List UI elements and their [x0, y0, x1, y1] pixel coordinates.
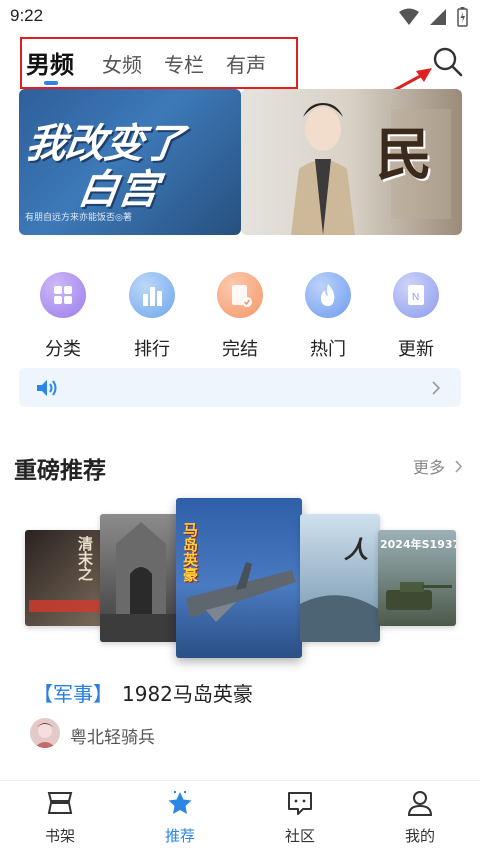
more-link[interactable]: 更多: [413, 454, 463, 478]
cover-illustration: [386, 582, 452, 610]
shortcut-update[interactable]: N 更新: [381, 272, 451, 361]
bottom-nav: 书架 推荐 社区 我的: [0, 780, 480, 853]
shortcut-label: 更新: [398, 339, 434, 360]
book-cover-4[interactable]: 人: [300, 514, 380, 642]
speaker-icon: [37, 380, 57, 396]
shortcut-hot[interactable]: 热门: [293, 272, 363, 361]
nav-label: 我的: [404, 827, 435, 845]
active-tab-indicator: [44, 81, 58, 85]
book-genre-tag: 【军事】: [33, 682, 113, 706]
battery-icon: [457, 7, 468, 27]
banner-title: 民: [376, 123, 432, 188]
book-cover-2[interactable]: [100, 514, 182, 642]
author-avatar: [30, 718, 60, 748]
shortcut-label: 完结: [222, 339, 258, 360]
book-cover-3[interactable]: 马岛英豪: [176, 498, 302, 658]
bar-chart-icon: [129, 272, 175, 318]
banner-subtitle: 有朋自远方来亦能饭否◎著: [25, 213, 132, 223]
book-check-icon: [217, 272, 263, 318]
nav-bookshelf[interactable]: 书架: [20, 789, 100, 846]
shortcut-category[interactable]: 分类: [28, 272, 98, 361]
author-name[interactable]: 粤北轻骑兵: [70, 723, 155, 748]
banner-card-secondary[interactable]: 民: [241, 89, 462, 235]
status-icons: [399, 7, 468, 27]
nav-community[interactable]: 社区: [260, 789, 340, 846]
more-label: 更多: [413, 458, 446, 477]
shortcut-label: 排行: [134, 339, 170, 360]
flame-icon: [305, 272, 351, 318]
person-icon: [407, 791, 433, 816]
status-bar: 9:22: [0, 0, 480, 34]
banner-card-primary[interactable]: 我改变了 白宫 有朋自远方来亦能饭否◎著: [19, 89, 241, 235]
grid-icon: [40, 272, 86, 318]
book-cover-5[interactable]: 2024年S1937: [378, 530, 456, 626]
tab-audio[interactable]: 有声: [226, 49, 266, 78]
nav-profile[interactable]: 我的: [380, 789, 460, 846]
shortcut-label: 分类: [45, 339, 81, 360]
status-time: 9:22: [10, 6, 44, 25]
cover-illustration: [300, 595, 380, 642]
tab-male[interactable]: 男频: [26, 45, 74, 80]
svg-text:N: N: [412, 292, 419, 303]
cover-title: 马岛英豪: [181, 522, 199, 582]
book-title[interactable]: 1982马岛英豪: [122, 678, 253, 707]
bookshelf-icon: [47, 792, 73, 814]
cover-band: [29, 600, 101, 612]
signal-icon: [430, 9, 446, 25]
chevron-right-icon: [455, 460, 463, 473]
wifi-icon: [399, 8, 419, 25]
shortcut-completed[interactable]: 完结: [205, 272, 275, 361]
shortcut-ranking[interactable]: 排行: [117, 272, 187, 361]
notebook-icon: N: [393, 272, 439, 318]
banner-title-line2: 白宫: [75, 167, 162, 213]
book-cover-1[interactable]: 清末之: [25, 530, 105, 626]
star-icon: [168, 791, 192, 814]
shortcut-label: 热门: [310, 339, 346, 360]
announcement-bar[interactable]: [19, 368, 461, 407]
nav-label: 书架: [44, 827, 75, 845]
cover-illustration: [100, 522, 182, 642]
chat-bubble-icon: [288, 792, 312, 815]
tab-column[interactable]: 专栏: [164, 49, 204, 78]
tab-female[interactable]: 女频: [102, 49, 142, 78]
section-title: 重磅推荐: [14, 458, 106, 484]
chevron-right-icon: [432, 381, 441, 395]
nav-label: 推荐: [164, 827, 195, 845]
channel-tabs: 男频 女频 专栏 有声: [20, 37, 298, 89]
nav-label: 社区: [284, 827, 315, 845]
nav-recommend[interactable]: 推荐: [140, 789, 220, 846]
cover-title: 清末之: [76, 536, 94, 581]
